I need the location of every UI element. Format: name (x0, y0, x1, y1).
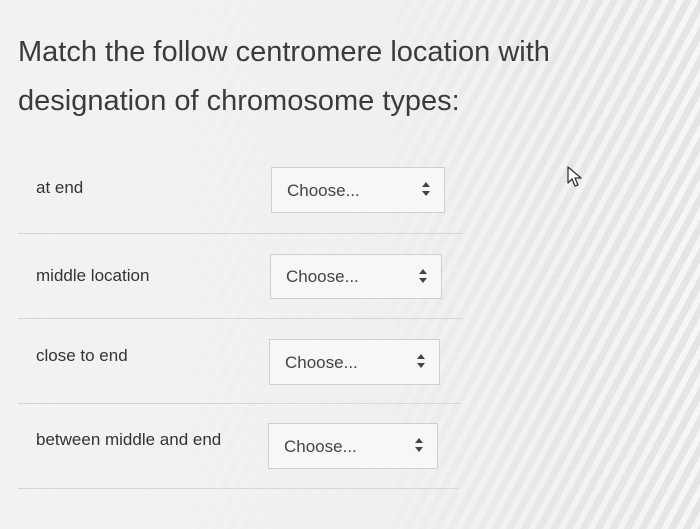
row-divider (18, 233, 463, 234)
match-select-middle-location[interactable]: Choose... (270, 254, 442, 299)
match-select-between-middle-and-end[interactable]: Choose... (268, 423, 438, 469)
up-down-arrows-icon (415, 438, 423, 452)
up-down-arrows-icon (422, 182, 430, 196)
match-select-close-to-end[interactable]: Choose... (269, 339, 440, 385)
row-divider (18, 403, 460, 404)
select-value: Choose... (286, 267, 359, 286)
up-down-arrows-icon (417, 354, 425, 368)
question-text: Match the follow centromere location wit… (18, 28, 618, 126)
question-line-1: Match the follow centromere location wit… (18, 36, 550, 68)
select-value: Choose... (284, 437, 357, 456)
row-label: at end (36, 178, 84, 197)
row-label: middle location (36, 266, 150, 285)
select-value: Choose... (287, 181, 360, 200)
select-value: Choose... (285, 353, 358, 372)
question-line-2: designation of chromosome types: (18, 85, 460, 117)
row-label: between middle and end (36, 430, 222, 449)
match-select-at-end[interactable]: Choose... (271, 167, 445, 213)
up-down-arrows-icon (419, 269, 427, 283)
row-label: close to end (36, 346, 128, 365)
mouse-pointer-icon (567, 166, 582, 187)
row-divider (18, 318, 462, 319)
row-divider (18, 488, 458, 489)
